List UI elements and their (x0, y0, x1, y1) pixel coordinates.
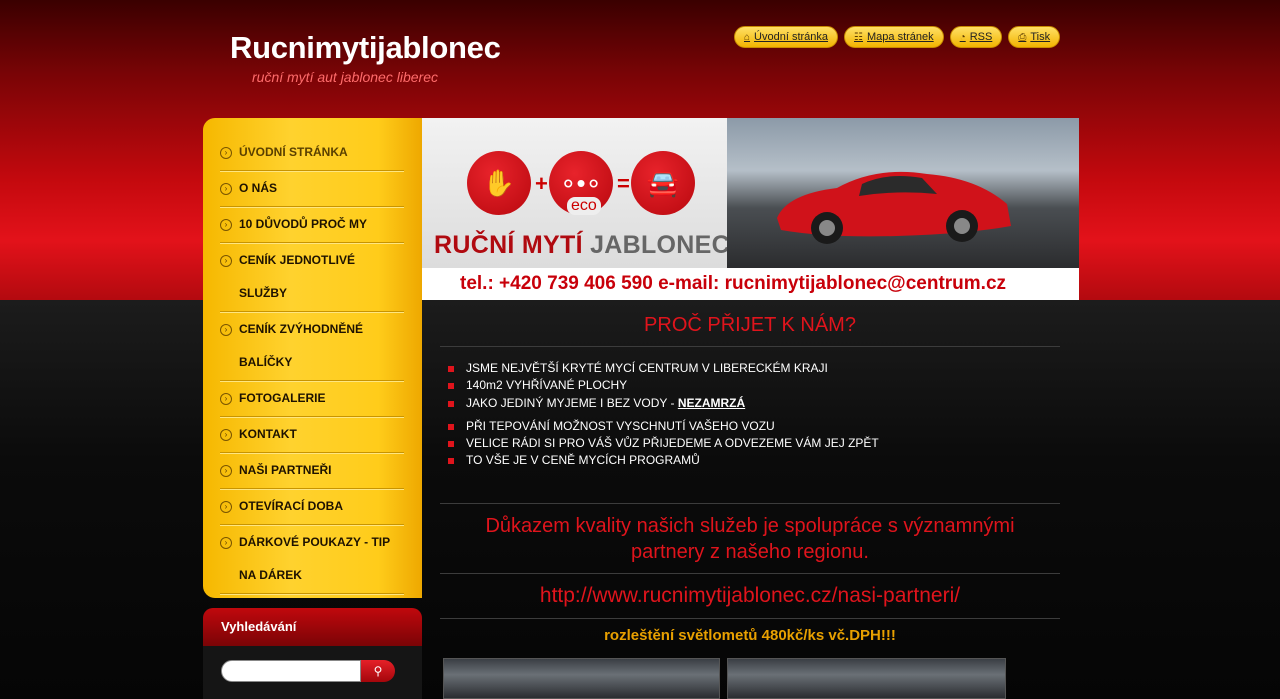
menu-item-price-services[interactable]: › CENÍK JEDNOTLIVÉ SLUŽBY (220, 243, 404, 312)
sitemap-link[interactable]: ☷ Mapa stránek (844, 26, 944, 48)
menu-item-price-packages[interactable]: › CENÍK ZVÝHODNĚNÉ BALÍČKY (220, 312, 404, 381)
menu-item-label: DÁRKOVÉ POUKAZY - TIP NA DÁREK (239, 535, 390, 582)
menu-item-label: OTEVÍRACÍ DOBA (239, 499, 344, 513)
arrow-circle-icon: › (220, 183, 232, 195)
search-heading: Vyhledávání (203, 608, 422, 646)
eco-label: eco (567, 197, 601, 215)
list-item-text: 140m2 VYHŘÍVANÉ PLOCHY (466, 378, 628, 392)
home-link-label: Úvodní stránka (754, 31, 829, 43)
banner-logo-area: ✋ + ∘•∘ = 🚘 eco RUČNÍ MYTÍ JABLONEC.CZ (422, 118, 771, 268)
search-icon: ⚲ (373, 664, 383, 678)
menu-item-label: ÚVODNÍ STRÁNKA (239, 145, 348, 159)
list-item: PŘI TEPOVÁNÍ MOŽNOST VYSCHNUTÍ VAŠEHO VO… (448, 419, 775, 433)
rss-link[interactable]: ◔ RSS (949, 26, 1003, 48)
gallery-thumbnail[interactable] (727, 658, 1006, 699)
home-link[interactable]: ⌂ Úvodní stránka (734, 26, 839, 48)
menu-item-label: NAŠI PARTNEŘI (239, 463, 332, 477)
sidebar-menu: › ÚVODNÍ STRÁNKA › O NÁS › 10 DŮVODŮ PRO… (203, 118, 422, 598)
search-panel: Vyhledávání ⚲ (203, 608, 422, 699)
partners-statement-line2: partnery z našeho regionu. (631, 541, 869, 563)
arrow-circle-icon: › (220, 219, 232, 231)
rss-link-label: RSS (969, 31, 993, 43)
list-item: JAKO JEDINÝ MYJEME I BEZ VODY - NEZAMRZÁ (448, 396, 745, 410)
plus-icon: + (535, 171, 548, 196)
list-item-text: VELICE RÁDI SI PRO VÁŠ VŮZ PŘIJEDEME A O… (466, 436, 879, 450)
partners-link[interactable]: http://www.rucnimytijablonec.cz/nasi-par… (440, 584, 1060, 608)
menu-item-reasons[interactable]: › 10 DŮVODŮ PROČ MY (220, 207, 404, 243)
arrow-circle-icon: › (220, 501, 232, 513)
equals-icon: = (617, 171, 630, 196)
list-item-text: TO VŠE JE V CENĚ MYCÍCH PROGRAMŮ (466, 453, 700, 467)
list-item-text: JAKO JEDINÝ MYJEME I BEZ VODY - (466, 396, 678, 410)
menu-item-gallery[interactable]: › FOTOGALERIE (220, 381, 404, 417)
arrow-circle-icon: › (220, 393, 232, 405)
why-us-heading: PROČ PŘIJET K NÁM? (644, 314, 856, 336)
menu-item-label: CENÍK JEDNOTLIVÉ SLUŽBY (239, 253, 356, 300)
print-link[interactable]: ⎙ Tisk (1008, 26, 1061, 48)
gallery-thumbnail[interactable] (443, 658, 720, 699)
menu-item-label: FOTOGALERIE (239, 391, 326, 405)
menu-item-label: KONTAKT (239, 427, 297, 441)
site-title[interactable]: Rucnimytijablonec (230, 30, 501, 66)
list-item: TO VŠE JE V CENĚ MYCÍCH PROGRAMŮ (448, 453, 700, 467)
arrow-circle-icon: › (220, 465, 232, 477)
bullet-icon (448, 365, 454, 372)
list-item: JSME NEJVĚTŠÍ KRYTÉ MYCÍ CENTRUM V LIBER… (448, 361, 828, 375)
divider (440, 618, 1060, 619)
rss-icon: ◔ (959, 31, 966, 43)
search-button[interactable]: ⚲ (361, 660, 395, 682)
partners-statement-line1: Důkazem kvality našich služeb je spolupr… (485, 515, 1015, 537)
bullet-icon (448, 382, 454, 389)
bullet-icon (448, 400, 454, 407)
sitemap-icon: ☷ (854, 31, 863, 43)
red-car-image (777, 171, 1011, 244)
car-icon: 🚘 (631, 151, 695, 215)
banner-contact-line: tel.: +420 739 406 590 e-mail: rucnimyti… (422, 268, 1079, 300)
header-banner: ✋ + ∘•∘ = 🚘 eco RUČNÍ MYTÍ JABLONEC.CZ t… (422, 118, 1079, 300)
list-item-text: JSME NEJVĚTŠÍ KRYTÉ MYCÍ CENTRUM V LIBER… (466, 361, 828, 375)
divider (440, 573, 1060, 574)
print-link-label: Tisk (1030, 31, 1051, 43)
partners-statement: Důkazem kvality našich služeb je spolupr… (440, 513, 1060, 565)
divider (440, 346, 1060, 347)
arrow-circle-icon: › (220, 255, 232, 267)
arrow-circle-icon: › (220, 324, 232, 336)
list-item: VELICE RÁDI SI PRO VÁŠ VŮZ PŘIJEDEME A O… (448, 436, 879, 450)
bullet-icon (448, 457, 454, 464)
menu-item-partners[interactable]: › NAŠI PARTNEŘI (220, 453, 404, 489)
banner-car-photo (727, 118, 1079, 268)
list-item-text: PŘI TEPOVÁNÍ MOŽNOST VYSCHNUTÍ VAŠEHO VO… (466, 419, 775, 433)
menu-item-home[interactable]: › ÚVODNÍ STRÁNKA (220, 135, 404, 171)
logo-text-red: RUČNÍ MYTÍ (434, 231, 583, 259)
headlight-offer: rozleštění světlometů 480kč/ks vč.DPH!!! (604, 627, 896, 644)
menu-item-label: 10 DŮVODŮ PROČ MY (239, 217, 368, 231)
print-icon: ⎙ (1018, 31, 1027, 43)
site-subtitle: ruční mytí aut jablonec liberec (252, 69, 438, 85)
menu-item-about[interactable]: › O NÁS (220, 171, 404, 207)
arrow-circle-icon: › (220, 147, 232, 159)
search-input[interactable] (221, 660, 361, 682)
hand-icon: ✋ (467, 151, 531, 215)
no-freeze-emphasis: NEZAMRZÁ (677, 396, 746, 410)
sitemap-link-label: Mapa stránek (867, 31, 934, 43)
menu-item-label: CENÍK ZVÝHODNĚNÉ BALÍČKY (239, 322, 364, 369)
menu-item-opening-hours[interactable]: › OTEVÍRACÍ DOBA (220, 489, 404, 525)
arrow-circle-icon: › (220, 429, 232, 441)
list-item: 140m2 VYHŘÍVANÉ PLOCHY (448, 378, 627, 392)
bullet-icon (448, 423, 454, 430)
logo-text: RUČNÍ MYTÍ JABLONEC.CZ (434, 231, 771, 260)
menu-item-gift-vouchers[interactable]: › DÁRKOVÉ POUKAZY - TIP NA DÁREK (220, 525, 404, 594)
top-links: ⌂ Úvodní stránka ☷ Mapa stránek ◔ RSS ⎙ … (734, 26, 1061, 48)
home-icon: ⌂ (744, 31, 751, 43)
divider (440, 503, 1060, 504)
menu-item-contact[interactable]: › KONTAKT (220, 417, 404, 453)
menu-item-label: O NÁS (239, 181, 278, 195)
bullet-icon (448, 440, 454, 447)
arrow-circle-icon: › (220, 537, 232, 549)
